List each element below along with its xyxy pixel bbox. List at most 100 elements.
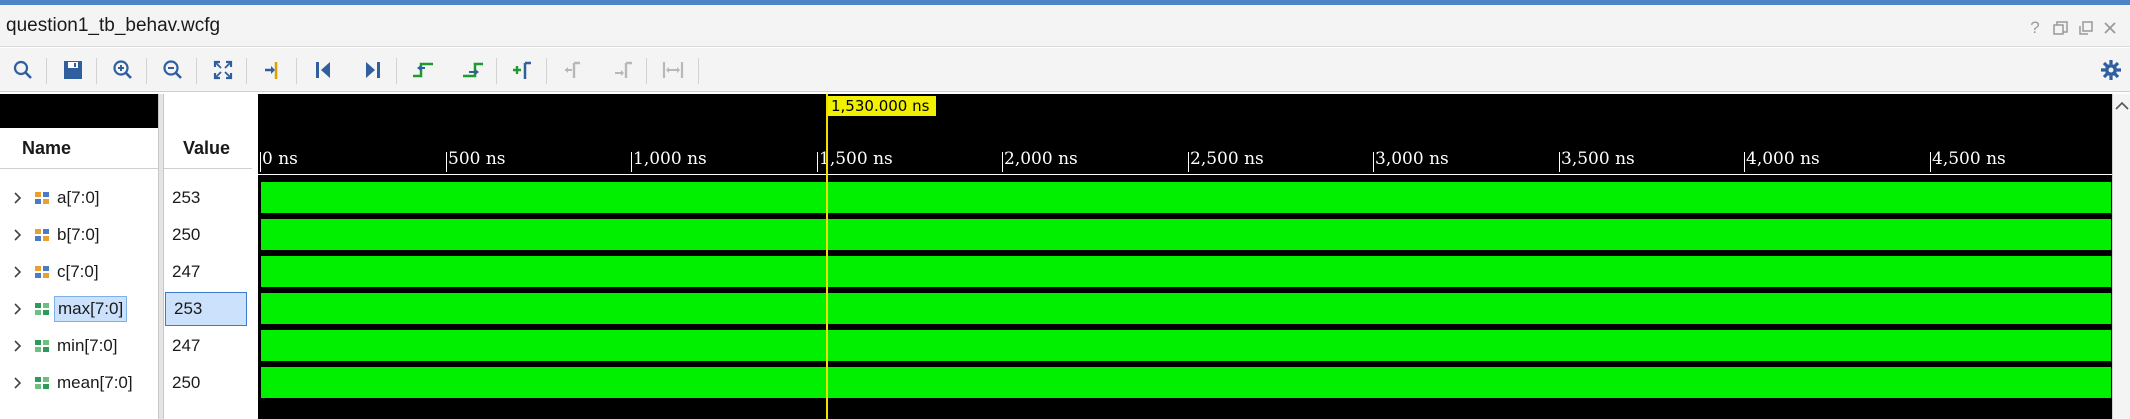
time-tick-label: 1,000 ns: [633, 149, 707, 169]
tick-mark: [1559, 152, 1560, 172]
signal-row-b[interactable]: b[7:0]: [0, 216, 103, 253]
toolbar-separator: [646, 58, 647, 84]
time-tick-label: 2,500 ns: [1190, 149, 1264, 169]
time-tick-label: 2,000 ns: [1004, 149, 1078, 169]
search-icon[interactable]: [8, 56, 38, 84]
signal-value-b: 250: [164, 216, 248, 253]
zoom-in-icon[interactable]: [108, 56, 138, 84]
title-bar: question1_tb_behav.wcfg ?: [0, 5, 2130, 47]
previous-transition-icon[interactable]: [408, 56, 438, 84]
previous-marker-icon[interactable]: [558, 56, 588, 84]
time-cursor[interactable]: [826, 94, 828, 419]
go-to-cursor-icon[interactable]: [258, 56, 288, 84]
zoom-fit-icon[interactable]: [208, 56, 238, 84]
signal-row-a[interactable]: a[7:0]: [0, 179, 103, 216]
help-icon[interactable]: ?: [2024, 17, 2046, 39]
waveform-min[interactable]: [261, 330, 2111, 361]
signal-value-mean: 250: [164, 364, 248, 401]
toolbar-separator: [46, 58, 47, 84]
swap-cursors-icon[interactable]: [658, 56, 688, 84]
tick-mark: [631, 152, 632, 172]
toolbar-separator: [546, 58, 547, 84]
expand-chevron-icon[interactable]: [14, 302, 26, 315]
value-text: 247: [172, 261, 201, 281]
signal-name-label: a[7:0]: [57, 187, 100, 207]
time-tick-label: 0 ns: [262, 149, 298, 169]
output-bus-icon: [34, 301, 50, 317]
toolbar-separator: [496, 58, 497, 84]
expand-chevron-icon[interactable]: [14, 228, 26, 241]
signal-name-label: b[7:0]: [57, 224, 100, 244]
expand-chevron-icon[interactable]: [14, 191, 26, 204]
signal-name-label: min[7:0]: [57, 335, 118, 355]
time-tick-label: 3,000 ns: [1375, 149, 1449, 169]
signal-row-mean[interactable]: mean[7:0]: [0, 364, 136, 401]
input-bus-icon: [34, 227, 50, 243]
waveform-mean[interactable]: [261, 367, 2111, 398]
value-text: 247: [172, 335, 201, 355]
value-text: 253: [174, 299, 203, 318]
toolbar-separator: [296, 58, 297, 84]
toolbar-separator: [396, 58, 397, 84]
next-marker-icon[interactable]: [608, 56, 638, 84]
tick-mark: [1744, 152, 1745, 172]
waveform-toolbar: [0, 48, 2130, 92]
restore-icon[interactable]: [2049, 17, 2071, 39]
output-bus-icon: [34, 375, 50, 391]
value-text: 253: [172, 187, 201, 207]
signal-value-c: 247: [164, 253, 248, 290]
zoom-out-icon[interactable]: [158, 56, 188, 84]
time-tick-label: 500 ns: [448, 149, 506, 169]
settings-gear-icon[interactable]: [2096, 56, 2126, 84]
header-divider: [164, 168, 252, 169]
toolbar-separator: [246, 58, 247, 84]
time-tick-label: 3,500 ns: [1561, 149, 1635, 169]
maximize-icon[interactable]: [2074, 17, 2096, 39]
value-text: 250: [172, 224, 201, 244]
save-icon[interactable]: [58, 56, 88, 84]
go-to-last-time-icon[interactable]: [358, 56, 388, 84]
waveform-a[interactable]: [261, 182, 2111, 213]
toolbar-separator: [698, 58, 699, 84]
waveform-c[interactable]: [261, 256, 2111, 287]
signal-value-a: 253: [164, 179, 248, 216]
tick-mark: [446, 152, 447, 172]
waveform-b[interactable]: [261, 219, 2111, 250]
value-column-header[interactable]: Value: [183, 128, 230, 168]
tick-mark: [1188, 152, 1189, 172]
signal-row-max[interactable]: max[7:0]: [0, 290, 128, 327]
signal-value-max: 253: [165, 292, 247, 326]
time-tick-label: 4,000 ns: [1746, 149, 1820, 169]
time-tick-label: 4,500 ns: [1932, 149, 2006, 169]
toolbar-separator: [146, 58, 147, 84]
signal-value-panel: Value 253 250 247 253 247 250: [164, 94, 252, 419]
expand-chevron-icon[interactable]: [14, 376, 26, 389]
expand-chevron-icon[interactable]: [14, 339, 26, 352]
signal-row-min[interactable]: min[7:0]: [0, 327, 120, 364]
go-to-time-zero-icon[interactable]: [308, 56, 338, 84]
scroll-up-chevron-icon[interactable]: [2114, 100, 2130, 112]
time-tick-label: 1,500 ns: [819, 149, 893, 169]
name-column-header[interactable]: Name: [22, 128, 71, 168]
vertical-scroll-rail[interactable]: [2112, 94, 2130, 419]
signal-name-label: c[7:0]: [57, 261, 99, 281]
input-bus-icon: [34, 190, 50, 206]
signal-name-panel: Name a[7:0] b[7:0] c[7:0] max[7:0] min[7…: [0, 94, 252, 419]
cursor-time-label: 1,530.000 ns: [828, 96, 936, 116]
expand-chevron-icon[interactable]: [14, 265, 26, 278]
signal-value-min: 247: [164, 327, 248, 364]
signal-name-label: max[7:0]: [54, 295, 128, 322]
toolbar-separator: [96, 58, 97, 84]
close-icon[interactable]: [2099, 17, 2121, 39]
add-marker-icon[interactable]: [508, 56, 538, 84]
tick-mark: [260, 152, 261, 172]
waveform-max[interactable]: [261, 293, 2111, 324]
waveform-canvas[interactable]: 0 ns 500 ns 1,000 ns 1,500 ns 2,000 ns 2…: [258, 94, 2112, 419]
output-bus-icon: [34, 338, 50, 354]
next-transition-icon[interactable]: [458, 56, 488, 84]
tick-mark: [1930, 152, 1931, 172]
signal-name-label: mean[7:0]: [57, 372, 133, 392]
header-divider: [0, 168, 158, 169]
tick-mark: [1002, 152, 1003, 172]
signal-row-c[interactable]: c[7:0]: [0, 253, 102, 290]
